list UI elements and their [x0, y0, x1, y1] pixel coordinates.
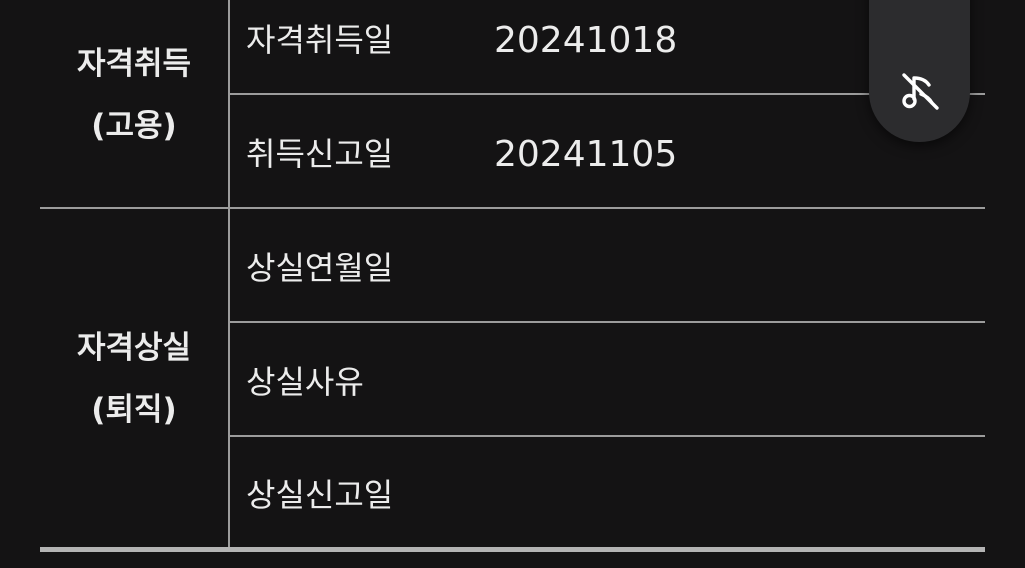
group-label-acquisition: 자격취득 (고용) [40, 33, 228, 157]
column-divider [228, 0, 230, 549]
row-label-acquisition-date: 자격취득일 [246, 21, 394, 59]
row-label-loss-date: 상실연월일 [246, 249, 394, 287]
group-title: 자격상실 [76, 330, 192, 366]
row-label-report-date: 취득신고일 [246, 135, 394, 173]
row-divider [230, 435, 985, 437]
row-value-acquisition-date: 20241018 [494, 20, 678, 61]
group-divider [40, 207, 985, 209]
row-label-loss-report-date: 상실신고일 [246, 476, 394, 514]
group-subtitle: (퇴직) [91, 392, 177, 428]
group-title: 자격취득 [76, 46, 192, 82]
group-subtitle: (고용) [91, 108, 177, 144]
row-divider [230, 321, 985, 323]
row-value-report-date: 20241105 [494, 134, 678, 175]
group-label-loss: 자격상실 (퇴직) [40, 317, 228, 441]
audio-toggle-button[interactable] [869, 0, 970, 142]
row-label-loss-reason: 상실사유 [246, 363, 364, 401]
table-bottom-border [40, 547, 985, 552]
insurance-history-table: 자격취득 (고용) 자격상실 (퇴직) 자격취득일 20241018 취득신고일… [0, 0, 1025, 568]
audio-off-icon [902, 73, 939, 110]
